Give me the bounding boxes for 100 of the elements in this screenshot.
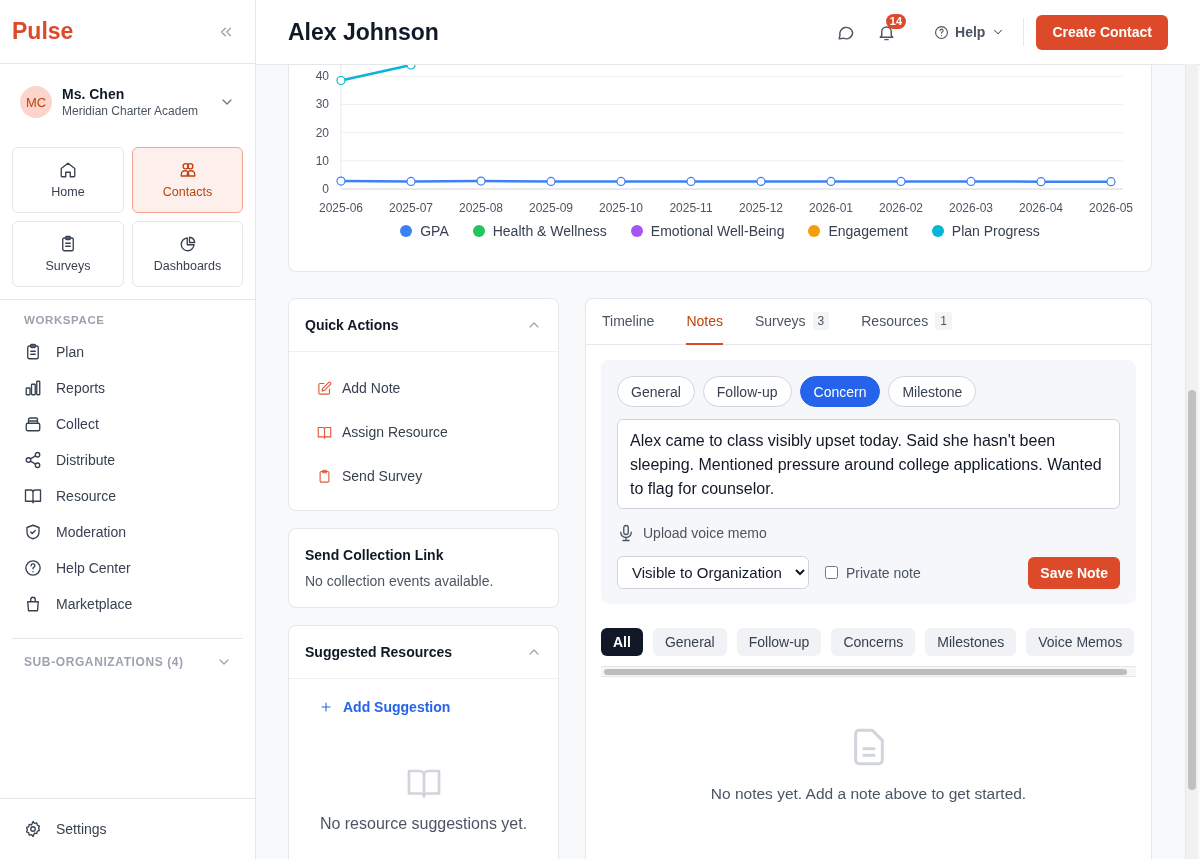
settings-icon [24,820,42,838]
note-field[interactable]: Alex came to class visibly upset today. Said she hasn't been sleeping. Mentioned pressure around college applications. Wanted to flag for counselor. [617,419,1120,509]
sidebar-item[interactable]: Reports [0,370,255,406]
quick-action[interactable]: Add Note [317,366,401,410]
axis-label: 2026-04 [1019,201,1063,215]
nav-tile[interactable]: Contacts [132,147,243,213]
organization-name: Meridian Charter Academ [62,104,200,118]
tab[interactable]: Surveys 3 [754,299,830,345]
axis-label: 20 [315,125,329,140]
axis-label: 2026-01 [809,201,853,215]
sidebar-item[interactable]: Resource [0,478,255,514]
edit-icon [317,380,332,396]
help-icon [24,559,42,577]
visibility-select[interactable]: Visible to Organization [617,556,809,589]
filter-chip[interactable]: General [652,628,727,656]
axis-label: 30 [315,97,329,112]
axis-label: 2025-06 [319,201,363,215]
card-title: Quick Actions [305,317,399,333]
avatar: MC [20,86,52,118]
sidebar-item[interactable]: Plan [0,334,255,370]
help-menu[interactable]: Help [928,23,1012,41]
data-point [616,176,626,186]
scrollbar[interactable] [1185,64,1198,859]
quick-action[interactable]: Assign Resource [317,410,448,454]
sidebar-item[interactable]: Distribute [0,442,255,478]
clipboard-icon [317,468,332,484]
notifications-button[interactable]: 14 [877,13,905,42]
tab[interactable]: Notes [686,299,723,345]
note-type-chip[interactable]: Milestone [888,376,977,407]
data-point [896,176,906,186]
sidebar-item[interactable]: Moderation [0,514,255,550]
shield-icon [24,523,42,541]
plus-icon [319,700,333,714]
count-badge: 1 [935,312,952,330]
filter-chip[interactable]: Follow-up [736,628,822,656]
filter-chip[interactable]: All [601,628,643,656]
axis-label: 2025-08 [459,201,503,215]
legend-label: Plan Progress [951,223,1040,239]
tab[interactable]: Timeline [602,299,655,345]
legend-label: Engagement [828,223,908,239]
data-point [756,176,766,186]
data-point [476,176,486,186]
sidebar-item[interactable]: Help Center [0,550,255,586]
save-note-button[interactable]: Save Note [1028,556,1120,589]
axis-label: 0 [322,182,329,196]
page-title: Alex Johnson [288,18,440,46]
axis-label: 2026-03 [949,201,993,215]
axis-label: 2025-10 [599,201,643,215]
axis-label: 40 [315,69,329,84]
nav-tile[interactable]: Surveys [12,221,124,287]
notification-count: 14 [885,13,907,29]
data-point [336,176,346,186]
axis-label: 2025-11 [669,201,713,215]
nav-tile[interactable]: Home [12,147,124,213]
note-type-chip[interactable]: General [617,376,695,407]
private-note-checkbox[interactable] [825,566,838,579]
quick-action[interactable]: Send Survey [317,454,423,498]
book-icon [317,424,332,440]
axis-label: 2025-07 [389,201,433,215]
empty-message: No notes yet. Add a note above to get started. [710,785,1027,803]
filter-chip[interactable]: Voice Memos [1026,628,1135,656]
checkbox-label: Private note [846,564,921,581]
axis-label: 2025-12 [739,201,783,215]
home-icon [59,161,77,179]
nav-tile[interactable]: Dashboards [132,221,243,287]
legend-label: Emotional Well-Being [650,223,785,239]
data-point [1036,177,1046,187]
data-point [406,176,416,186]
sidebar-item[interactable]: Collect [0,406,255,442]
bar-chart-icon [24,379,42,397]
clipboard-icon [24,343,42,361]
empty-message: No resource suggestions yet. [319,815,528,833]
card-title: Suggested Resources [305,644,453,660]
data-point [686,176,696,186]
axis-label: 2026-05 [1089,201,1133,215]
count-badge: 3 [812,312,830,330]
horizontal-scrollbar[interactable] [601,666,1136,677]
empty-message: No collection events available. [305,573,495,589]
note-type-chip[interactable]: Concern [799,376,881,407]
sidebar-item[interactable]: Marketplace [0,586,255,622]
data-point [966,176,976,186]
scrollbar-thumb[interactable] [1188,390,1196,790]
bag-icon [24,595,42,613]
legend-label: Health & Wellness [492,223,607,239]
data-point [546,176,556,186]
scrollbar-thumb[interactable] [604,669,1127,675]
filter-chip[interactable]: Milestones [925,628,1017,656]
share-icon [24,451,42,469]
upload-voice-memo-button[interactable]: Upload voice memo [617,524,767,542]
filter-chip[interactable]: Concerns [831,628,916,656]
note-type-chip[interactable]: Follow-up [702,376,792,407]
legend-label: GPA [420,223,449,239]
add-suggestion-link[interactable]: Add Suggestion [319,699,451,715]
data-point [826,176,836,186]
tab[interactable]: Resources 1 [861,299,952,345]
create-contact-button[interactable]: Create Contact [1036,14,1168,50]
settings-item[interactable]: Settings [0,811,255,847]
user-name: Ms. Chen [62,86,126,102]
data-point [336,75,346,86]
microphone-icon [617,524,635,542]
